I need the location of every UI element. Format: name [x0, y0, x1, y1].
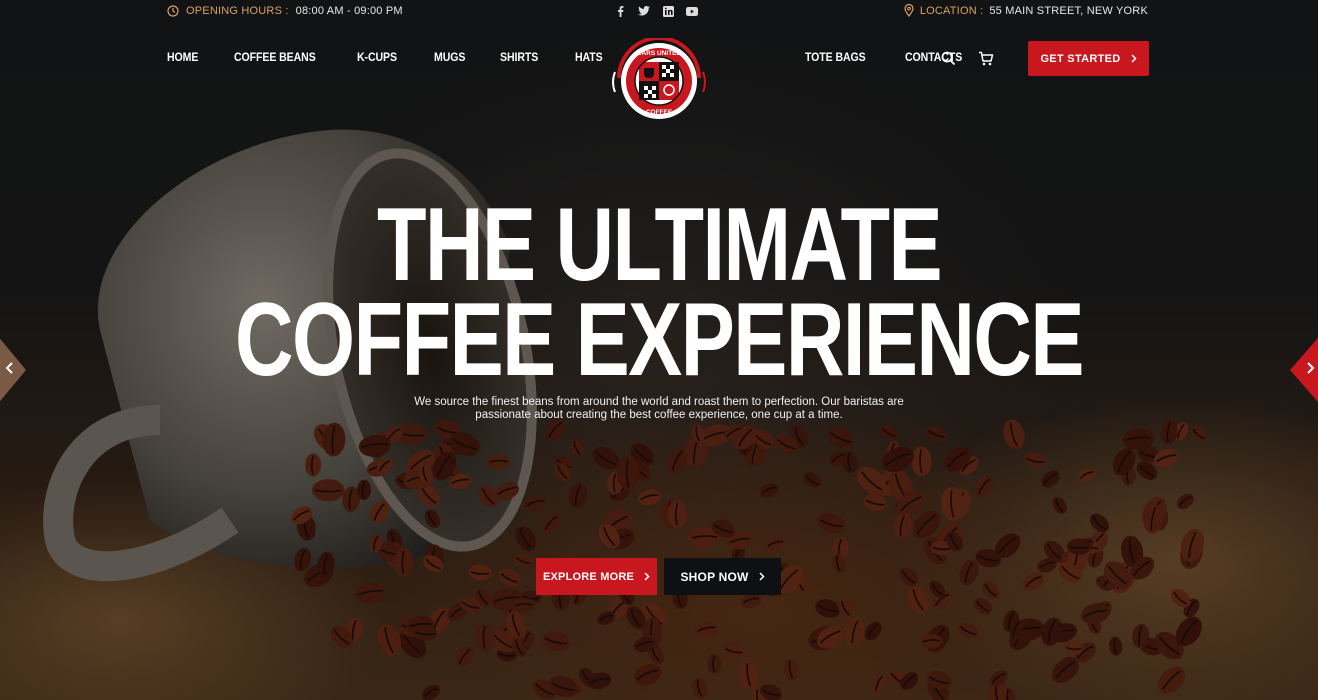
facebook-icon[interactable]	[614, 5, 626, 17]
social-links	[614, 5, 698, 17]
nav-item-k-cups[interactable]: K-CUPS	[357, 50, 397, 64]
location-info: LOCATION : 55 MAIN STREET, NEW YORK	[904, 4, 1148, 17]
brand-logo[interactable]: CARS UNITED COFFEE	[609, 36, 709, 124]
nav-item-shirts[interactable]: SHIRTS	[500, 50, 538, 64]
logo-text-top: CARS UNITED	[637, 50, 682, 57]
top-info-bar: OPENING HOURS : 08:00 AM - 09:00 PM LOCA…	[0, 0, 1318, 26]
location-label: LOCATION :	[919, 4, 984, 17]
map-pin-icon	[904, 4, 914, 17]
get-started-button[interactable]: GET STARTED	[1028, 41, 1149, 76]
shop-now-label: SHOP NOW	[680, 569, 749, 584]
twitter-icon[interactable]	[638, 5, 650, 17]
cart-icon[interactable]	[978, 51, 994, 67]
nav-item-coffee-beans[interactable]: COFFEE BEANS	[234, 50, 316, 64]
chevron-right-icon	[1131, 54, 1137, 63]
explore-more-button[interactable]: EXPLORE MORE	[536, 558, 657, 595]
nav-item-hats[interactable]: HATS	[575, 50, 603, 64]
chevron-right-icon	[644, 572, 650, 581]
youtube-icon[interactable]	[686, 5, 698, 17]
clock-icon	[167, 5, 179, 17]
search-icon[interactable]	[941, 51, 957, 67]
get-started-label: GET STARTED	[1040, 52, 1121, 65]
hours-label: OPENING HOURS :	[186, 5, 289, 17]
shop-now-button[interactable]: SHOP NOW	[664, 558, 781, 595]
nav-item-mugs[interactable]: MUGS	[434, 50, 465, 64]
nav-item-tote-bags[interactable]: TOTE BAGS	[805, 50, 866, 64]
linkedin-icon[interactable]	[662, 5, 674, 17]
hero-headline-line2: COFFEE EXPERIENCE	[235, 282, 1085, 398]
hours-value: 08:00 AM - 09:00 PM	[295, 5, 403, 17]
explore-more-label: EXPLORE MORE	[542, 570, 635, 583]
chevron-right-icon	[759, 572, 765, 581]
location-value: 55 MAIN STREET, NEW YORK	[989, 4, 1148, 17]
opening-hours: OPENING HOURS : 08:00 AM - 09:00 PM	[167, 5, 403, 17]
main-nav-left: HOME COFFEE BEANS K-CUPS MUGS SHIRTS HAT…	[167, 50, 606, 64]
chevron-right-icon	[1307, 362, 1315, 374]
hero-subtitle: We source the finest beans from around t…	[414, 396, 904, 421]
logo-text-bottom: COFFEE	[646, 109, 673, 116]
chevron-left-icon	[5, 362, 13, 374]
nav-item-home[interactable]: HOME	[167, 50, 198, 64]
